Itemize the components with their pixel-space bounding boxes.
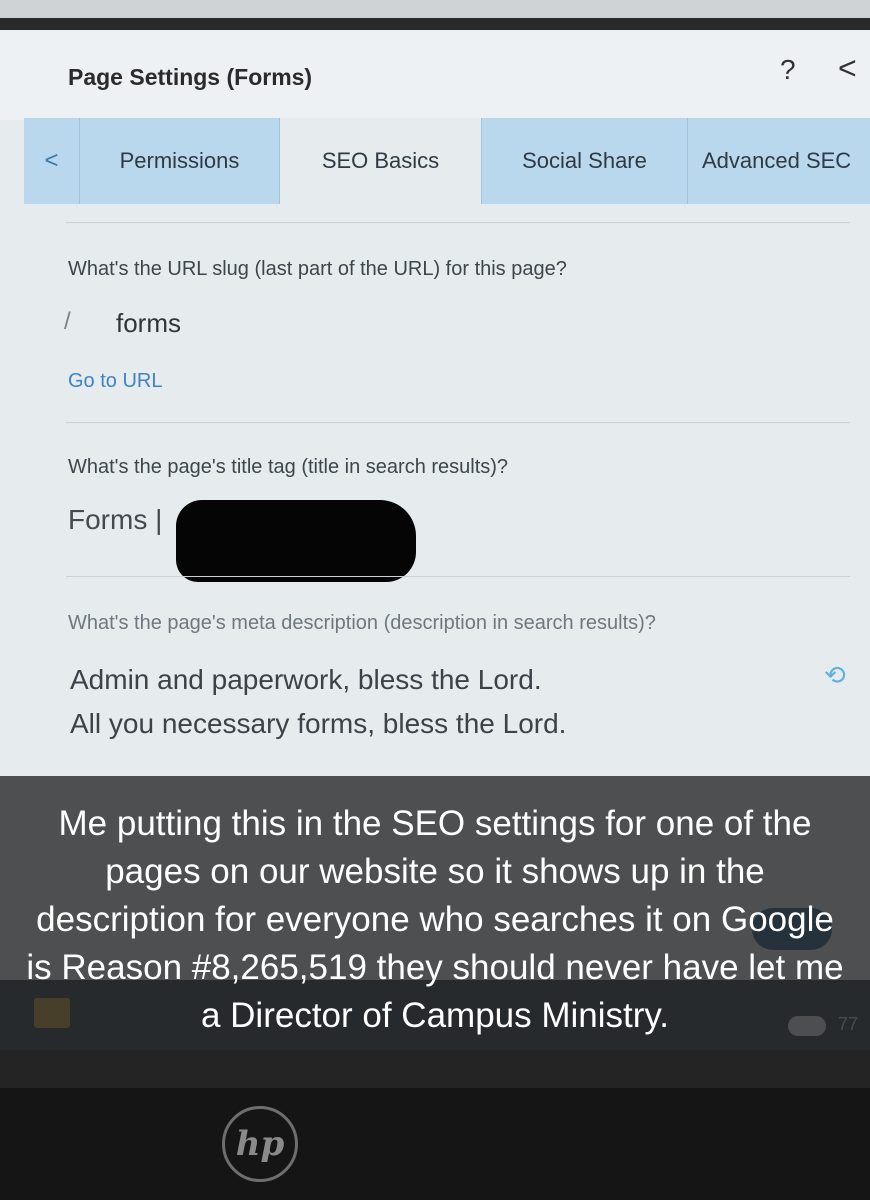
go-to-url-link[interactable]: Go to URL bbox=[68, 370, 162, 393]
tabs-prev-button[interactable]: < bbox=[24, 118, 80, 204]
monitor-top-edge bbox=[0, 0, 870, 30]
help-button[interactable]: ? bbox=[780, 54, 796, 86]
meta-description-question: What's the page's meta description (desc… bbox=[68, 612, 656, 634]
meta-description-input[interactable]: Admin and paperwork, bless the Lord. All… bbox=[70, 658, 566, 746]
title-tag-question: What's the page's title tag (title in se… bbox=[68, 456, 509, 478]
section-divider bbox=[66, 222, 850, 223]
tab-permissions[interactable]: Permissions bbox=[80, 118, 280, 204]
redaction-mark bbox=[176, 500, 416, 582]
meta-description-line: Admin and paperwork, bless the Lord. bbox=[70, 664, 542, 695]
previous-window-strip bbox=[0, 0, 870, 18]
dialog-header: Page Settings (Forms) ? < bbox=[0, 30, 870, 120]
back-button[interactable]: < bbox=[838, 50, 857, 87]
tab-seo-basics[interactable]: SEO Basics bbox=[280, 118, 482, 204]
hp-logo: hp bbox=[222, 1106, 298, 1182]
slug-prefix: / bbox=[64, 308, 71, 335]
caption-text: Me putting this in the SEO settings for … bbox=[26, 804, 844, 1035]
settings-tabs: < Permissions SEO Basics Social Share Ad… bbox=[0, 118, 870, 208]
refresh-icon[interactable]: ⟲ bbox=[824, 660, 846, 691]
tab-advanced-seo[interactable]: Advanced SEC bbox=[688, 118, 870, 204]
url-slug-question: What's the URL slug (last part of the UR… bbox=[68, 258, 567, 280]
section-divider bbox=[66, 576, 850, 577]
url-slug-input[interactable]: forms bbox=[116, 308, 181, 339]
section-divider bbox=[66, 422, 850, 423]
meta-description-line: All you necessary forms, bless the Lord. bbox=[70, 708, 567, 739]
tab-social-share[interactable]: Social Share bbox=[482, 118, 688, 204]
title-tag-input[interactable]: Forms | bbox=[68, 504, 162, 536]
dialog-title: Page Settings (Forms) bbox=[68, 64, 313, 90]
